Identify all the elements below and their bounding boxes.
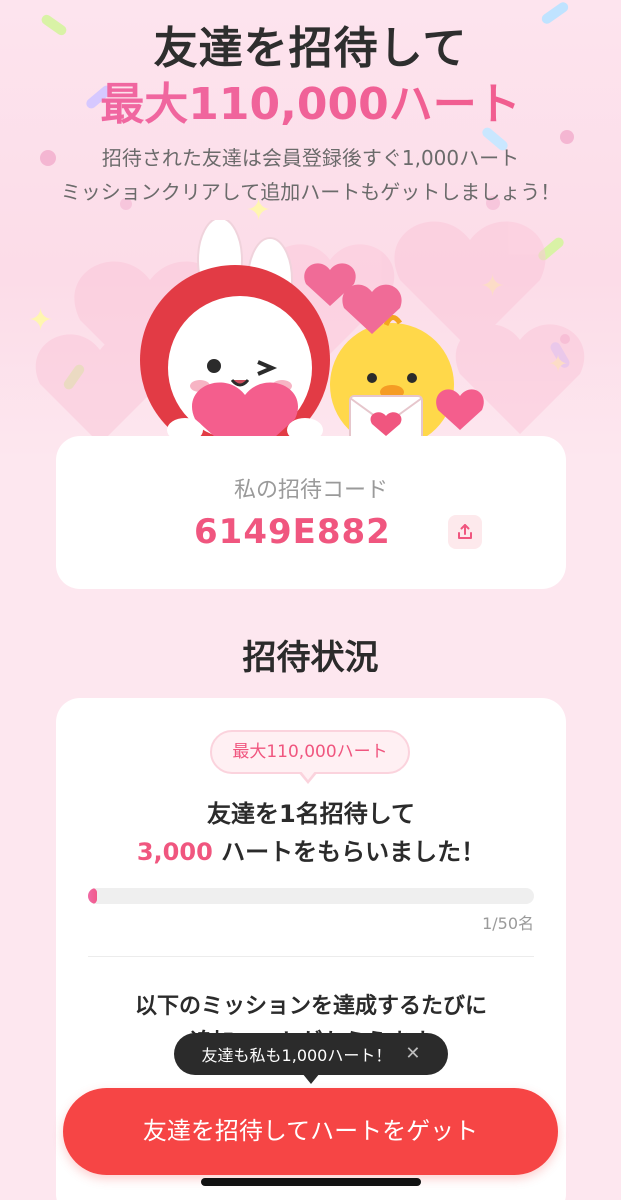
mission-text-line1: 以下のミッションを達成するたびに	[134, 994, 487, 1019]
invite-progress-bar	[88, 888, 534, 904]
status-message-line2: 3,000 ハートをもらいました！	[56, 832, 566, 867]
invite-progress-label: 1/50名	[482, 914, 534, 933]
hero-subtitle-line1: 招待された友達は会員登録後すぐ1,000ハート	[101, 146, 520, 170]
hero-illustration	[35, 220, 585, 450]
invite-code-card: 私の招待コード 6149E882	[56, 436, 566, 589]
badge-tail-inner	[300, 770, 316, 780]
reward-tooltip: 友達も私も1,000ハート！ ✕	[174, 1033, 448, 1075]
divider	[88, 956, 534, 957]
chick-character-icon	[330, 315, 454, 447]
hearts-earned-amount: 3,000	[136, 838, 213, 866]
status-message-line1: 友達を1名招待して	[207, 800, 415, 828]
tooltip-text: 友達も私も1,000ハート！	[201, 1046, 392, 1065]
invite-status-title: 招待状況	[242, 638, 379, 678]
share-icon	[458, 524, 472, 539]
tooltip-tail	[302, 1073, 320, 1084]
home-indicator	[201, 1178, 421, 1186]
hero-title-line1: 友達を招待して	[153, 23, 468, 74]
max-hearts-badge: 最大110,000ハート	[210, 730, 410, 774]
invite-code-value[interactable]: 6149E882	[194, 512, 391, 552]
invite-friends-button[interactable]: 友達を招待してハートをゲット	[63, 1088, 558, 1175]
close-icon[interactable]: ✕	[405, 1045, 420, 1063]
invite-code-label: 私の招待コード	[233, 478, 388, 503]
hero-title-line2: 最大110,000ハート	[0, 68, 621, 132]
hero-subtitle-line2: ミッションクリアして追加ハートもゲットしましょう！	[60, 180, 561, 204]
share-button[interactable]	[448, 515, 482, 549]
invite-progress-fill	[88, 888, 97, 904]
status-message-suffix: ハートをもらいました！	[212, 838, 486, 866]
